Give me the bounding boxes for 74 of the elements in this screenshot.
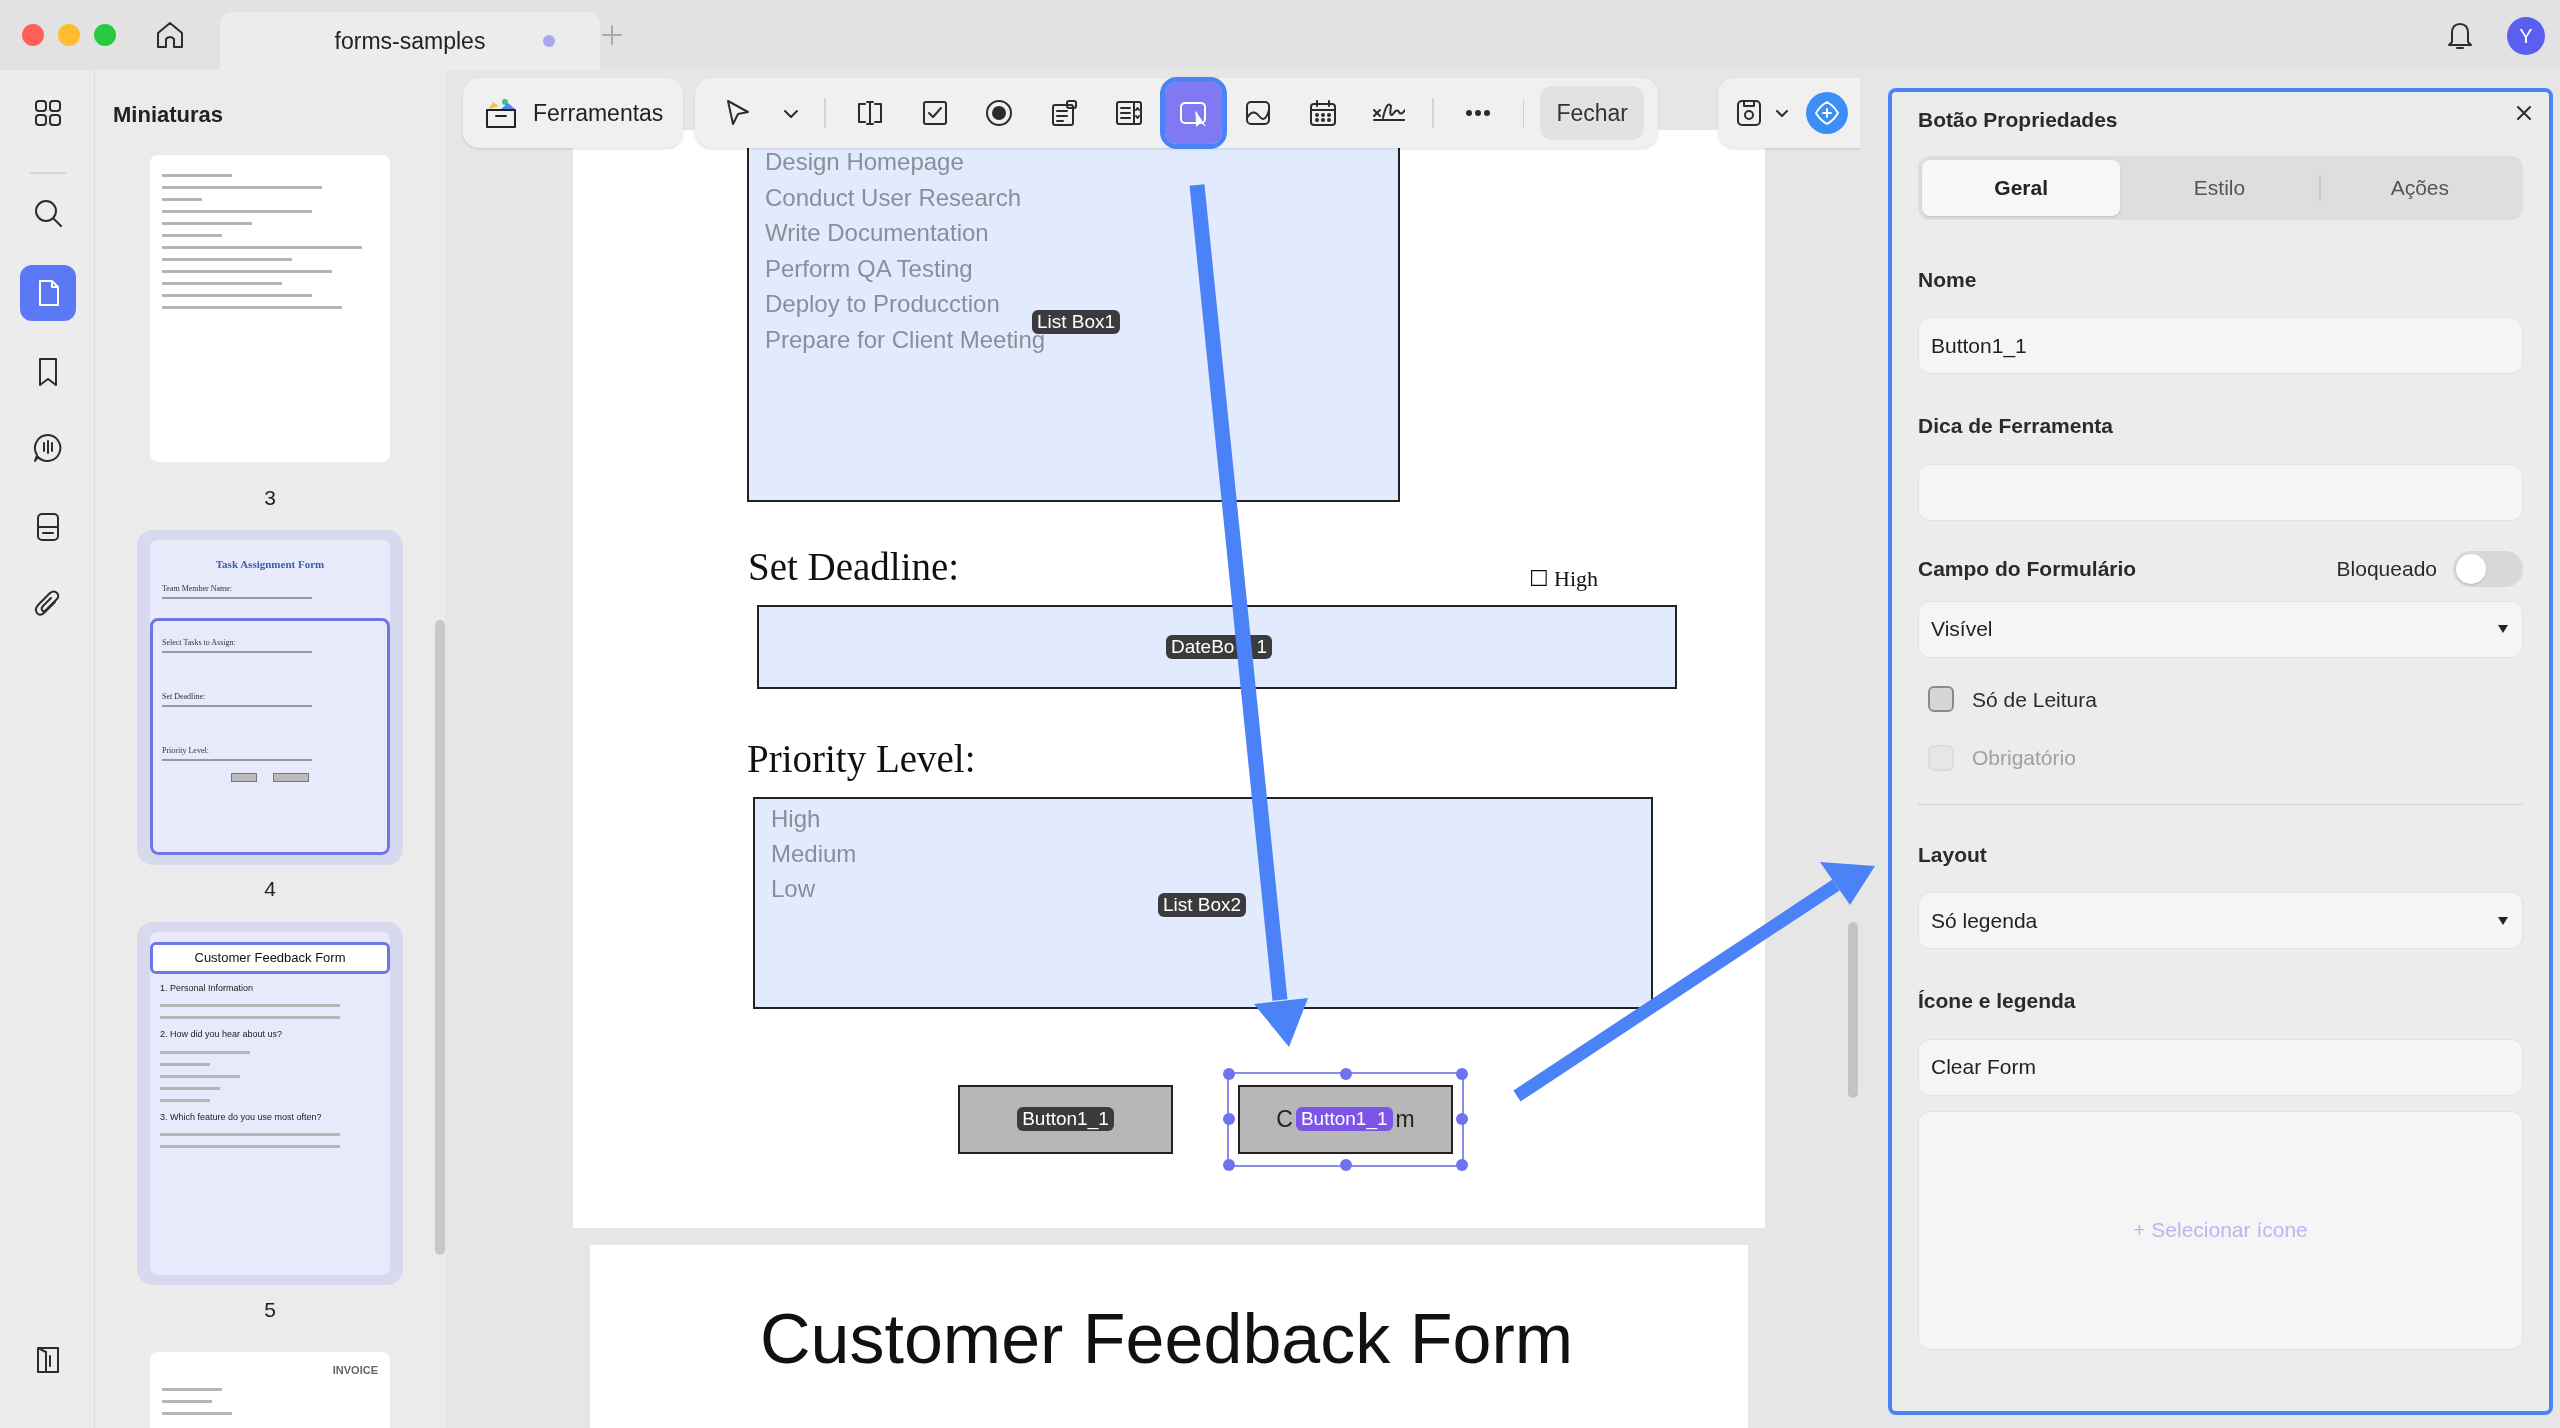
button-shape	[231, 772, 257, 782]
button-caption: C	[1276, 1104, 1293, 1134]
tab[interactable]: Geral	[1922, 159, 2121, 216]
page-number: 3	[263, 485, 277, 511]
form-button[interactable]: C Button1_1 m	[1238, 1084, 1453, 1154]
tab-title: forms-samples	[334, 26, 486, 56]
dropdown[interactable]: Visível	[1918, 600, 2523, 658]
document-tab[interactable]: forms-samples	[220, 12, 600, 70]
field-label: Nome	[1918, 266, 1977, 293]
tab[interactable]: Ações	[2320, 159, 2519, 216]
field-tag: Button1_1	[1017, 1107, 1114, 1131]
checkbox[interactable]	[1928, 686, 1954, 713]
resize-handle[interactable]	[1223, 1067, 1235, 1080]
tools-button[interactable]: Ferramentas	[463, 78, 684, 148]
section-heading: Set Deadline:	[748, 544, 960, 590]
page-thumbnail[interactable]: Customer Feedback Form 1. Personal Information 2. How did you hear about us? 3. Which feature do you use most often?	[150, 932, 390, 1275]
checkbox-label: ☐ High	[1528, 564, 1598, 593]
resize-handle[interactable]	[1223, 1113, 1235, 1125]
thumbnail-text: 2. How did you hear about us?	[159, 1028, 284, 1041]
page-thumbnail[interactable]	[150, 155, 390, 462]
thumbnail-heading: Customer Feedback Form	[150, 942, 390, 974]
toolbox-icon	[483, 96, 519, 130]
date-field[interactable]: DateBo 1	[757, 604, 1677, 689]
field-tag: List Box1	[1032, 310, 1121, 334]
button-shape	[273, 772, 309, 782]
checkbox-label: Obrigatório	[1972, 745, 2076, 771]
scrollbar[interactable]	[1848, 922, 1858, 1098]
page-number: 4	[263, 876, 277, 902]
thumbnail-text: Team Member Name:	[162, 582, 234, 595]
page-thumbnail[interactable]: Task Assignment Form Team Member Name: Select Tasks to Assign: Set Deadline: Priority Level:	[150, 540, 390, 855]
thumbnail-text: Select Tasks to Assign:	[162, 636, 237, 649]
panel-title: Botão Propriedades	[1918, 107, 2118, 133]
close-button[interactable]	[22, 24, 44, 46]
thumbnail-heading: INVOICE	[331, 1363, 378, 1378]
checkbox-label: Só de Leitura	[1972, 686, 2097, 713]
field-label: Ícone e legenda	[1918, 988, 2076, 1014]
field-tag: Button1_1	[1295, 1107, 1393, 1131]
resize-handle[interactable]	[1456, 1158, 1468, 1171]
avatar[interactable]: Y	[2507, 17, 2545, 55]
tag-text: 1	[1256, 634, 1267, 659]
ai-assistant-icon[interactable]	[1806, 92, 1848, 134]
resize-handle[interactable]	[1223, 1158, 1235, 1171]
input-field[interactable]: Clear Form	[1918, 1038, 2523, 1096]
thumbnail-text: 1. Personal Information	[159, 981, 255, 995]
dropdown-arrow-icon	[2496, 914, 2510, 927]
thumbnail-text: Priority Level:	[162, 744, 210, 757]
thumbnail-text: Set Deadline:	[162, 690, 207, 703]
page-heading: Customer Feedback Form	[760, 1299, 1574, 1380]
section-heading: Priority Level:	[747, 735, 976, 783]
pages-icon[interactable]	[20, 265, 76, 321]
tab[interactable]: Estilo	[2120, 159, 2319, 216]
input-field[interactable]: Button1_1	[1918, 317, 2523, 374]
field-label: Dica de Ferramenta	[1918, 413, 2113, 439]
toggle-switch[interactable]	[2453, 550, 2523, 587]
field-label: Layout	[1918, 841, 1987, 868]
page-thumbnail[interactable]: INVOICE	[150, 1352, 390, 1428]
resize-handle[interactable]	[1456, 1113, 1468, 1125]
resize-handle[interactable]	[1456, 1067, 1468, 1080]
dropdown-arrow-icon	[2496, 623, 2510, 635]
resize-handle[interactable]	[1339, 1158, 1352, 1171]
close-tools-button[interactable]: Fechar	[1540, 86, 1644, 140]
page-number: 5	[263, 1297, 277, 1323]
scrollbar[interactable]	[435, 620, 445, 1255]
tag-text: DateBo	[1171, 634, 1235, 659]
resize-handle[interactable]	[1339, 1067, 1352, 1080]
thumbnail-text: 3. Which feature do you use most often?	[159, 1110, 323, 1124]
button-caption: m	[1395, 1104, 1415, 1134]
field-label: Campo do Formulário	[1918, 555, 2137, 582]
toggle-label: Bloqueado	[2336, 555, 2437, 582]
field-tag: List Box2	[1158, 892, 1247, 917]
panel-title: Miniaturas	[113, 101, 224, 129]
thumbnail-heading: Task Assignment Form	[214, 557, 326, 572]
form-button[interactable]: Button1_1	[958, 1084, 1173, 1154]
dropdown[interactable]: Só legenda	[1918, 892, 2523, 949]
